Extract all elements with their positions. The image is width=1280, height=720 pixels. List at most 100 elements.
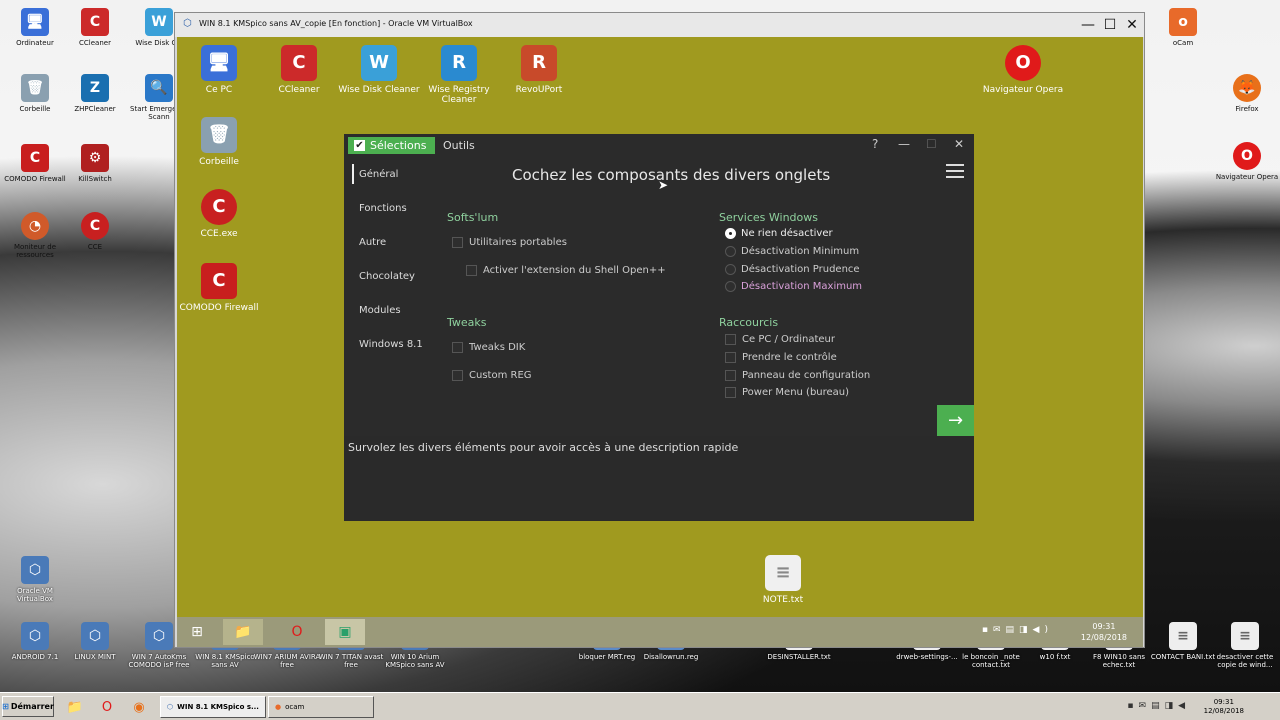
host-system-tray[interactable]: ▪✉▤◨◀ (1127, 701, 1190, 711)
next-button[interactable]: → (937, 405, 974, 436)
cce-icon: C (201, 189, 237, 225)
virtualbox-icon: ⬡ (81, 622, 109, 650)
opera-taskbar-icon[interactable]: O (277, 619, 317, 645)
radio[interactable] (725, 264, 736, 275)
guest-clock[interactable]: 09:31 12/08/2018 (1081, 621, 1127, 643)
checkbox[interactable] (452, 342, 463, 353)
vm-titlebar[interactable]: ⬡ WIN 8.1 KMSpico sans AV_copie [En fonc… (175, 13, 1144, 37)
text-file-icon: ≡ (765, 555, 801, 591)
desktop-icon-desactiver[interactable]: ≡ desactiver cette copie de wind... (1210, 622, 1280, 669)
virtualbox-icon: ⬡ (145, 622, 173, 650)
close-button[interactable]: ✕ (954, 137, 964, 151)
minimize-button[interactable]: — (898, 137, 910, 151)
text-file-icon: ≡ (1169, 622, 1197, 650)
radio-ne-rien-desactiver[interactable]: Ne rien désactiver (725, 228, 833, 239)
virtualbox-icon: ⬡ (167, 703, 174, 711)
guest-icon-ccleaner[interactable]: C CCleaner (257, 45, 341, 95)
host-clock[interactable]: 09:31 12/08/2018 (1204, 698, 1244, 716)
guest-icon-wise-registry[interactable]: R Wise Registry Cleaner (417, 45, 501, 105)
desktop-icon-contact-bani[interactable]: ≡ CONTACT BANI.txt (1148, 622, 1218, 661)
desktop-icon-zhpcleaner[interactable]: Z ZHPCleaner (60, 74, 130, 113)
radio[interactable] (725, 281, 736, 292)
nav-item-general[interactable]: Général (359, 169, 398, 180)
desktop-icon-cce[interactable]: C CCE (60, 212, 130, 251)
guest-icon-opera[interactable]: O Navigateur Opera (981, 45, 1065, 95)
option-utilitaires-portables[interactable]: Utilitaires portables (452, 237, 567, 248)
app-main-panel: ✔ Sélections Outils ? — ☐ ✕ Cochez les c… (344, 134, 974, 436)
checkbox[interactable] (725, 334, 736, 345)
vm-maximize-button[interactable]: ☐ (1099, 15, 1121, 35)
radio[interactable] (725, 246, 736, 257)
checkbox[interactable] (452, 237, 463, 248)
option-panneau-configuration[interactable]: Panneau de configuration (725, 370, 870, 381)
desktop-icon-firefox[interactable]: 🦊 Firefox (1212, 74, 1280, 113)
nav-item-fonctions[interactable]: Fonctions (359, 203, 407, 214)
ocam-icon: ● (275, 703, 282, 711)
radio-selected[interactable] (725, 228, 736, 239)
checkbox[interactable] (725, 387, 736, 398)
checkbox[interactable] (725, 370, 736, 381)
option-ce-pc[interactable]: Ce PC / Ordinateur (725, 334, 835, 345)
desktop-icon-vm-linux[interactable]: ⬡ LINUX MINT (60, 622, 130, 661)
desktop-icon-ccleaner[interactable]: C CCleaner (60, 8, 130, 47)
taskbar-item-ocam[interactable]: ● ocam (268, 696, 374, 718)
nav-item-modules[interactable]: Modules (359, 305, 401, 316)
recycle-bin-icon: 🗑 (21, 74, 49, 102)
radio-desactivation-minimum[interactable]: Désactivation Minimum (725, 246, 859, 257)
app-window: ✔ Sélections Outils ? — ☐ ✕ Cochez les c… (344, 134, 974, 521)
checkbox[interactable] (725, 352, 736, 363)
nav-item-autre[interactable]: Autre (359, 237, 386, 248)
tab-outils[interactable]: Outils (443, 139, 475, 152)
app-taskbar-icon[interactable]: ▣ (325, 619, 365, 645)
search-icon: 🔍 (145, 74, 173, 102)
guest-icon-corbeille[interactable]: 🗑 Corbeille (177, 117, 261, 167)
section-services-windows: Services Windows (719, 211, 818, 224)
cce-icon: C (81, 212, 109, 240)
checkbox[interactable] (452, 370, 463, 381)
guest-icon-wise-disk[interactable]: W Wise Disk Cleaner (337, 45, 421, 95)
guest-taskbar: ⊞ 📁 O ▣ ▪✉▤◨◀) 09:31 12/08/2018 (177, 617, 1143, 647)
firefox-quicklaunch-icon[interactable]: ◉ (128, 697, 150, 717)
radio-desactivation-maximum[interactable]: Désactivation Maximum (725, 281, 862, 292)
option-custom-reg[interactable]: Custom REG (452, 370, 532, 381)
virtualbox-icon: ⬡ (21, 556, 49, 584)
help-button[interactable]: ? (872, 137, 878, 151)
guest-icon-ce-pc[interactable]: 🖥 Ce PC (177, 45, 261, 95)
vm-minimize-button[interactable]: — (1077, 15, 1099, 35)
checkbox[interactable] (466, 265, 477, 276)
guest-icon-note[interactable]: ≡ NOTE.txt (741, 555, 825, 605)
windows-start-icon[interactable]: ⊞ (177, 619, 217, 645)
nav-item-chocolatey[interactable]: Chocolatey (359, 271, 415, 282)
folder-quicklaunch-icon[interactable]: 📁 (64, 697, 86, 717)
section-softslum: Softs'lum (447, 211, 499, 224)
file-explorer-icon[interactable]: 📁 (223, 619, 263, 645)
wise-disk-icon: W (361, 45, 397, 81)
mouse-cursor-icon: ➤ (658, 178, 669, 192)
checkmark-icon: ✔ (354, 140, 365, 151)
guest-icon-cce[interactable]: C CCE.exe (177, 189, 261, 239)
tab-selections[interactable]: ✔ Sélections (348, 137, 435, 154)
radio-desactivation-prudence[interactable]: Désactivation Prudence (725, 264, 860, 275)
nav-item-windows81[interactable]: Windows 8.1 (359, 339, 423, 350)
host-taskbar: ⊞ Démarrer 📁 O ◉ ⬡ WIN 8.1 KMSpico s... … (0, 692, 1280, 720)
guest-icon-revouport[interactable]: R RevoUPort (497, 45, 581, 95)
guest-icon-comodo[interactable]: C COMODO Firewall (177, 263, 261, 313)
recycle-bin-icon: 🗑 (201, 117, 237, 153)
option-prendre-controle[interactable]: Prendre le contrôle (725, 352, 837, 363)
taskbar-item-vm[interactable]: ⬡ WIN 8.1 KMSpico s... (160, 696, 266, 718)
opera-quicklaunch-icon[interactable]: O (96, 697, 118, 717)
desktop-icon-ocam[interactable]: o oCam (1148, 8, 1218, 47)
comodo-icon: C (201, 263, 237, 299)
option-shell-open[interactable]: Activer l'extension du Shell Open++ (466, 265, 666, 276)
start-button[interactable]: ⊞ Démarrer (2, 696, 54, 717)
section-raccourcis: Raccourcis (719, 316, 779, 329)
hamburger-menu-icon[interactable] (946, 164, 964, 180)
guest-system-tray[interactable]: ▪✉▤◨◀) (982, 625, 1053, 635)
desktop-icon-virtualbox[interactable]: ⬡ Oracle VM VirtualBox (0, 556, 70, 603)
option-power-menu[interactable]: Power Menu (bureau) (725, 387, 849, 398)
desktop-icon-killswitch[interactable]: ⚙ KillSwitch (60, 144, 130, 183)
desktop-icon-opera[interactable]: O Navigateur Opera (1212, 142, 1280, 181)
vm-close-button[interactable]: ✕ (1121, 15, 1143, 35)
maximize-button[interactable]: ☐ (926, 137, 937, 151)
option-tweaks-dik[interactable]: Tweaks DIK (452, 342, 525, 353)
